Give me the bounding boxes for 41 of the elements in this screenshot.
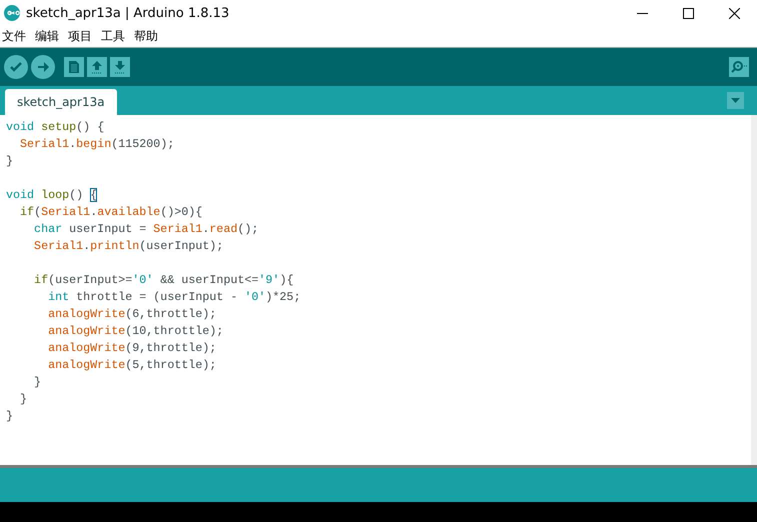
menu-item[interactable]: 编辑 xyxy=(35,28,59,45)
code-line: analogWrite(9,throttle); xyxy=(47,340,218,357)
code-line: analogWrite(5,throttle); xyxy=(47,357,218,374)
code-line: } xyxy=(6,153,14,170)
code-line: char userInput = Serial1.read(); xyxy=(33,221,260,238)
code-line: analogWrite(10,throttle); xyxy=(47,323,224,340)
checkmark-icon xyxy=(9,60,23,74)
menu-item[interactable]: 帮助 xyxy=(134,28,158,45)
toolbar-button[interactable] xyxy=(87,57,107,77)
maximize-icon xyxy=(682,8,694,18)
menu-item[interactable]: 文件 xyxy=(2,28,26,45)
editor-tab[interactable]: sketch_apr13a xyxy=(5,89,117,115)
window-title: sketch_apr13a | Arduino 1.8.13 xyxy=(26,6,230,20)
code-line: Serial1.begin(115200); xyxy=(19,136,176,153)
serial-monitor-button[interactable] xyxy=(729,57,749,77)
arrow-down-icon xyxy=(113,60,127,74)
tab-menu-button[interactable] xyxy=(727,92,744,109)
arrow-right-icon xyxy=(36,60,50,74)
code-line: if(Serial1.available()>0){ xyxy=(19,204,204,221)
code-line: } xyxy=(6,408,14,425)
infinity-logo-icon xyxy=(4,5,20,21)
code-line: } xyxy=(33,374,42,391)
toolbar-button[interactable] xyxy=(110,57,130,77)
menu-item[interactable]: 项目 xyxy=(68,28,92,45)
code-line: if(userInput>='0' && userInput<='9'){ xyxy=(33,272,295,289)
toolbar-button[interactable] xyxy=(31,55,55,79)
scrollbar[interactable] xyxy=(751,115,757,465)
code-line: int throttle = (userInput - '0')*25; xyxy=(47,289,302,306)
magnifier-icon xyxy=(731,60,747,74)
close-icon xyxy=(728,8,740,18)
menu-item[interactable]: 工具 xyxy=(101,28,125,45)
code-line: void loop() { xyxy=(6,187,98,204)
toolbar-button[interactable] xyxy=(4,55,28,79)
code-line: Serial1.println(userInput); xyxy=(33,238,224,255)
code-line: void setup() { xyxy=(6,119,106,136)
code-line: } xyxy=(19,391,28,408)
code-line: analogWrite(6,throttle); xyxy=(47,306,218,323)
document-icon xyxy=(68,60,80,74)
toolbar-button[interactable] xyxy=(64,57,84,77)
arrow-up-icon xyxy=(90,60,104,74)
caret-icon xyxy=(731,98,740,103)
